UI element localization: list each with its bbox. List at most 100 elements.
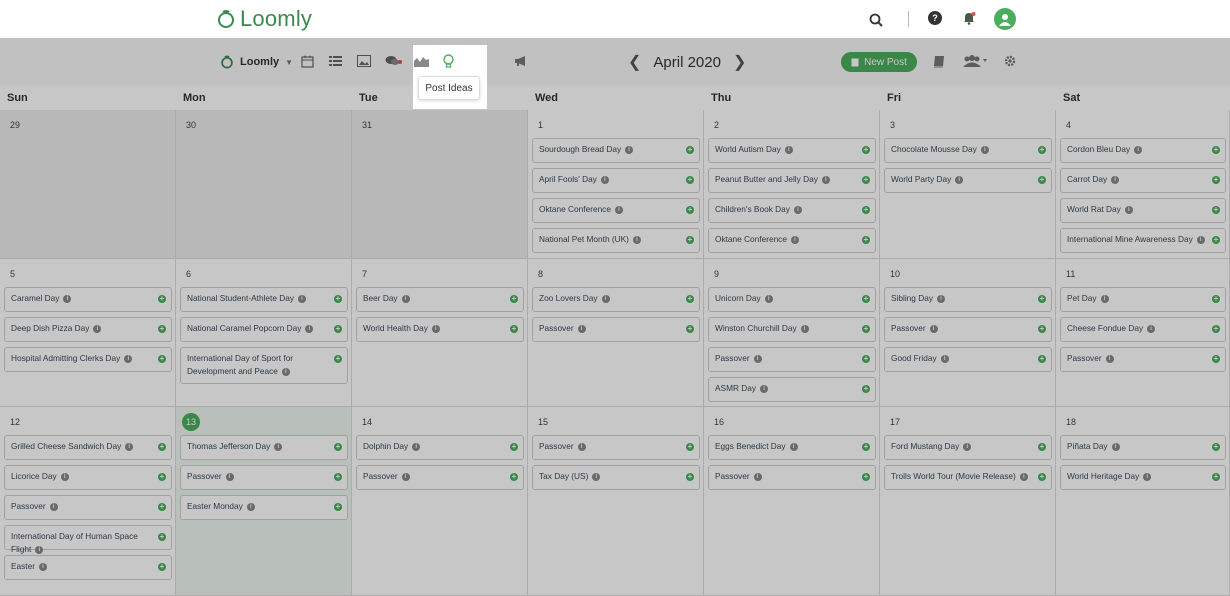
post-idea-item[interactable]: Tax Day (US) i + <box>532 465 700 490</box>
info-icon[interactable]: i <box>980 145 989 154</box>
post-idea-item[interactable]: World Heritage Day i + <box>1060 465 1226 490</box>
post-idea-item[interactable]: Passover i + <box>356 465 524 490</box>
info-icon[interactable]: i <box>1111 175 1120 184</box>
add-post-icon[interactable]: + <box>1212 355 1220 363</box>
info-icon[interactable]: i <box>225 472 234 481</box>
info-icon[interactable]: i <box>625 145 634 154</box>
avatar[interactable] <box>994 8 1016 30</box>
info-icon[interactable]: i <box>412 442 421 451</box>
post-idea-item[interactable]: World Autism Day i + <box>708 138 876 163</box>
calendar-day-cell[interactable]: 5 Caramel Day i + Deep Dish Pizza Day i + Hospi… <box>0 259 176 407</box>
calendar-day-cell[interactable]: 30 <box>176 110 352 259</box>
add-post-icon[interactable]: + <box>862 176 870 184</box>
post-idea-item[interactable]: National Caramel Popcorn Day i + <box>180 317 348 342</box>
post-idea-item[interactable]: Passover i + <box>884 317 1052 342</box>
add-post-icon[interactable]: + <box>158 473 166 481</box>
calendar-day-cell[interactable]: 15 Passover i + Tax Day (US) i + <box>528 407 704 596</box>
post-idea-item[interactable]: Licorice Day i + <box>4 465 172 490</box>
add-post-icon[interactable]: + <box>1212 176 1220 184</box>
info-icon[interactable]: i <box>1019 472 1028 481</box>
post-idea-item[interactable]: Passover i + <box>180 465 348 490</box>
calendar-day-cell[interactable]: 4 Cordon Bleu Day i + Carrot Day i + World Rat … <box>1056 110 1230 259</box>
bell-icon[interactable] <box>961 10 977 26</box>
add-post-icon[interactable]: + <box>862 473 870 481</box>
add-post-icon[interactable]: + <box>510 325 518 333</box>
add-post-icon[interactable]: + <box>686 146 694 154</box>
post-idea-item[interactable]: Easter Monday i + <box>180 495 348 520</box>
info-icon[interactable]: i <box>793 205 802 214</box>
info-icon[interactable]: i <box>929 324 938 333</box>
info-icon[interactable]: i <box>790 235 799 244</box>
calendar-day-cell[interactable]: 12 Grilled Cheese Sandwich Day i + Licorice … <box>0 407 176 596</box>
add-post-icon[interactable]: + <box>686 325 694 333</box>
info-icon[interactable]: i <box>955 175 964 184</box>
add-post-icon[interactable]: + <box>862 325 870 333</box>
post-idea-item[interactable]: April Fools' Day i + <box>532 168 700 193</box>
add-post-icon[interactable]: + <box>158 533 166 541</box>
calendar-day-cell[interactable]: 9 Unicorn Day i + Winston Churchill Day i + Pas… <box>704 259 880 407</box>
calendar-day-cell[interactable]: 8 Zoo Lovers Day i + Passover i + <box>528 259 704 407</box>
post-idea-item[interactable]: Eggs Benedict Day i + <box>708 435 876 460</box>
post-idea-item[interactable]: Piñata Day i + <box>1060 435 1226 460</box>
info-icon[interactable]: i <box>1134 145 1143 154</box>
info-icon[interactable]: i <box>298 294 307 303</box>
info-icon[interactable]: i <box>35 545 44 554</box>
add-post-icon[interactable]: + <box>334 325 342 333</box>
post-idea-item[interactable]: Children's Book Day i + <box>708 198 876 223</box>
info-icon[interactable]: i <box>1111 442 1120 451</box>
info-icon[interactable]: i <box>281 367 290 376</box>
post-idea-item[interactable]: International Mine Awareness Day i + <box>1060 228 1226 253</box>
info-icon[interactable]: i <box>753 472 762 481</box>
info-icon[interactable]: i <box>936 294 945 303</box>
megaphone-icon[interactable] <box>513 54 529 68</box>
add-post-icon[interactable]: + <box>510 295 518 303</box>
post-idea-item[interactable]: Passover i + <box>532 435 700 460</box>
calendar-day-cell[interactable]: 1 Sourdough Bread Day i + April Fools' Day i +… <box>528 110 704 259</box>
calendar-selector[interactable]: Loomly ▼ <box>220 55 293 69</box>
search-icon[interactable] <box>868 12 884 28</box>
calendar-day-cell[interactable]: 31 <box>352 110 528 259</box>
info-icon[interactable]: i <box>592 472 601 481</box>
post-idea-item[interactable]: Thomas Jefferson Day i + <box>180 435 348 460</box>
add-post-icon[interactable]: + <box>862 146 870 154</box>
info-icon[interactable]: i <box>60 472 69 481</box>
add-post-icon[interactable]: + <box>686 176 694 184</box>
post-idea-item[interactable]: Sibling Day i + <box>884 287 1052 312</box>
add-post-icon[interactable]: + <box>686 443 694 451</box>
post-idea-item[interactable]: National Pet Month (UK) i + <box>532 228 700 253</box>
info-icon[interactable]: i <box>125 442 134 451</box>
info-icon[interactable]: i <box>401 472 410 481</box>
add-post-icon[interactable]: + <box>1212 443 1220 451</box>
info-icon[interactable]: i <box>431 324 440 333</box>
add-post-icon[interactable]: + <box>334 295 342 303</box>
info-icon[interactable]: i <box>789 442 798 451</box>
add-post-icon[interactable]: + <box>862 206 870 214</box>
info-icon[interactable]: i <box>274 442 283 451</box>
calendar-day-cell[interactable]: 14 Dolphin Day i + Passover i + <box>352 407 528 596</box>
add-post-icon[interactable]: + <box>862 236 870 244</box>
add-post-icon[interactable]: + <box>686 236 694 244</box>
post-idea-item[interactable]: Oktane Conference i + <box>532 198 700 223</box>
calendar-day-cell[interactable]: 6 National Student-Athlete Day i + National … <box>176 259 352 407</box>
library-book-icon[interactable] <box>932 54 946 68</box>
info-icon[interactable]: i <box>1196 235 1205 244</box>
calendar-day-cell[interactable]: 16 Eggs Benedict Day i + Passover i + <box>704 407 880 596</box>
info-icon[interactable]: i <box>1143 472 1152 481</box>
add-post-icon[interactable]: + <box>686 473 694 481</box>
post-idea-item[interactable]: International Day of Sport for Developme… <box>180 347 348 384</box>
post-idea-item[interactable]: Passover i + <box>708 347 876 372</box>
info-icon[interactable]: i <box>1105 354 1114 363</box>
add-post-icon[interactable]: + <box>1038 355 1046 363</box>
post-idea-item[interactable]: Trolls World Tour (Movie Release) i + <box>884 465 1052 490</box>
post-idea-item[interactable]: Passover i + <box>532 317 700 342</box>
add-post-icon[interactable]: + <box>334 503 342 511</box>
post-idea-item[interactable]: ASMR Day i + <box>708 377 876 402</box>
list-view-icon[interactable] <box>328 54 342 68</box>
add-post-icon[interactable]: + <box>158 563 166 571</box>
app-logo[interactable]: Loomly <box>216 6 312 32</box>
help-icon[interactable]: ? <box>928 11 942 25</box>
calendar-day-cell[interactable]: 11 Pet Day i + Cheese Fondue Day i + Passover i + <box>1056 259 1230 407</box>
add-post-icon[interactable]: + <box>686 206 694 214</box>
info-icon[interactable]: i <box>1147 324 1156 333</box>
add-post-icon[interactable]: + <box>862 355 870 363</box>
